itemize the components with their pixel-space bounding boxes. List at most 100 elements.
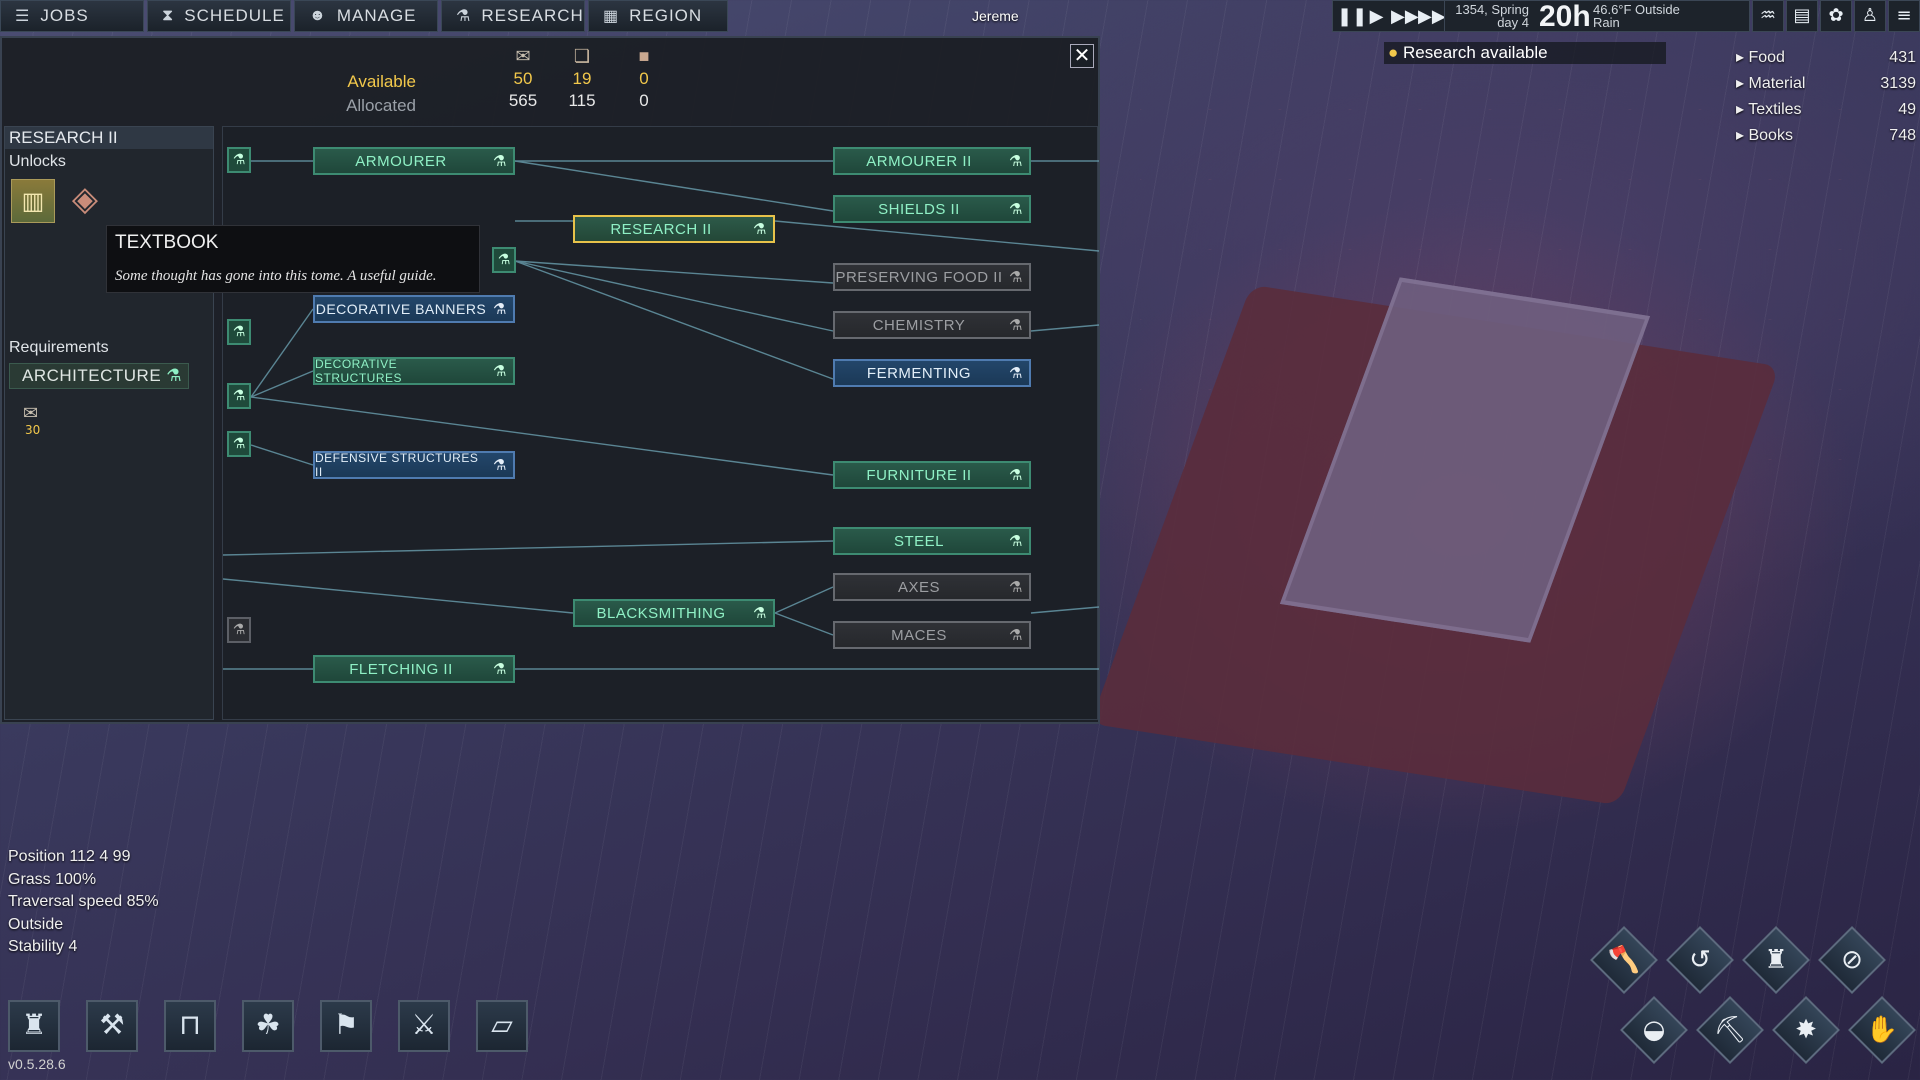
build-crafting-button[interactable]: ⚒ <box>86 1000 138 1052</box>
tree-stub[interactable]: ⚗ <box>492 247 516 273</box>
book-open-icon[interactable]: ▤ <box>1786 0 1818 32</box>
scroll-icon: ✉ <box>23 403 39 424</box>
gather-order-button[interactable]: ◒ <box>1620 996 1688 1064</box>
flask-icon: ⚗ <box>1009 467 1023 484</box>
top-right-icons: ♒ ▤ ✿ ♙ ≡ <box>1752 0 1920 32</box>
hammer-icon: ✸ <box>1795 1015 1817 1045</box>
requirement-architecture[interactable]: ARCHITECTURE ⚗ <box>9 363 189 389</box>
tower-order-button[interactable]: ♜ <box>1742 926 1810 994</box>
chop-order-button[interactable]: 🪓 <box>1590 926 1658 994</box>
fastest-icon[interactable]: ▶▶▶ <box>1418 6 1460 27</box>
tab-research[interactable]: ⚗ RESEARCH <box>441 0 585 32</box>
selected-research-title: RESEARCH II <box>5 127 213 149</box>
allocated-value: 0 <box>639 91 649 110</box>
allocated-value: 115 <box>568 91 596 110</box>
cancel-order-button[interactable]: ⊘ <box>1818 926 1886 994</box>
node-steel[interactable]: STEEL ⚗ <box>833 527 1031 555</box>
flask-icon: ⚗ <box>753 221 767 238</box>
day-line: day 4 <box>1497 15 1529 30</box>
allocated-label: Allocated <box>346 96 416 115</box>
research-detail-sidebar: RESEARCH II Unlocks ▥ ◈ Requirements ARC… <box>4 126 214 720</box>
time-controls: ❚❚ ▶ ▶▶ ▶▶▶ <box>1332 0 1460 32</box>
banner-icon: ⚑ <box>333 1008 359 1041</box>
tab-jobs[interactable]: ☰ JOBS <box>0 0 144 32</box>
hand-icon: ✋ <box>1865 1015 1899 1045</box>
node-armourer-ii[interactable]: ARMOURER II ⚗ <box>833 147 1031 175</box>
build-decor-button[interactable]: ⚑ <box>320 1000 372 1052</box>
node-maces[interactable]: MACES ⚗ <box>833 621 1031 649</box>
build-defense-button[interactable]: ⚔ <box>398 1000 450 1052</box>
menu-icon[interactable]: ≡ <box>1888 0 1920 32</box>
textbook-icon[interactable]: ◈ <box>63 177 107 221</box>
flask-icon: ⚗ <box>1009 153 1023 170</box>
interact-order-button[interactable]: ✋ <box>1848 996 1916 1064</box>
stock-row[interactable]: ▸ Material 3139 <box>1736 71 1916 97</box>
stockpile-list: ▸ Food 431 ▸ Material 3139 ▸ Textiles 49 ▸ … <box>1736 45 1916 149</box>
tab-manage[interactable]: ☻ MANAGE <box>294 0 438 32</box>
flask-icon: ⚗ <box>753 605 767 622</box>
chair-icon: ⊓ <box>179 1008 201 1041</box>
hunt-order-button[interactable]: ↺ <box>1666 926 1734 994</box>
allocated-value: 565 <box>508 91 538 110</box>
node-chemistry[interactable]: CHEMISTRY ⚗ <box>833 311 1031 339</box>
build-farm-button[interactable]: ☘ <box>242 1000 294 1052</box>
bookshelf-icon[interactable]: ▥ <box>11 179 55 223</box>
resource-column: ■ 0 0 <box>629 46 659 111</box>
available-label: Available <box>347 72 416 91</box>
node-defensive-structures-ii[interactable]: DEFENSIVE STRUCTURES II ⚗ <box>313 451 515 479</box>
tooltip-description: Some thought has gone into this tome. A … <box>115 268 437 284</box>
worker-name-label[interactable]: Jereme <box>972 8 1019 24</box>
tab-schedule[interactable]: ⧗ SCHEDULE <box>147 0 291 32</box>
pause-icon[interactable]: ❚❚ <box>1337 6 1367 27</box>
build-zones-button[interactable]: ▱ <box>476 1000 528 1052</box>
resource-column: ✉ 50 565 <box>508 46 538 111</box>
node-blacksmithing[interactable]: BLACKSMITHING ⚗ <box>573 599 775 627</box>
node-decorative-banners[interactable]: DECORATIVE BANNERS ⚗ <box>313 295 515 323</box>
bell-icon[interactable]: ♙ <box>1854 0 1886 32</box>
tree-stub[interactable]: ⚗ <box>227 383 251 409</box>
stock-row[interactable]: ▸ Books 748 <box>1736 123 1916 149</box>
zone-icon: ▱ <box>491 1008 513 1041</box>
fast-forward-icon[interactable]: ▶▶ <box>1391 6 1419 27</box>
textbook-tooltip: TEXTBOOK Some thought has gone into this… <box>106 225 480 293</box>
flask-icon: ⚗ <box>493 363 507 380</box>
tree-stub[interactable]: ⚗ <box>227 319 251 345</box>
build-castle-button[interactable]: ♜ <box>8 1000 60 1052</box>
scroll-icon: ✉ <box>515 46 531 66</box>
book-icon: ■ <box>638 46 650 66</box>
flask-icon: ⚗ <box>1009 269 1023 286</box>
node-fletching-ii[interactable]: FLETCHING II ⚗ <box>313 655 515 683</box>
play-icon[interactable]: ▶ <box>1364 6 1389 27</box>
map-icon: ▦ <box>603 8 620 25</box>
mine-order-button[interactable]: ⛏ <box>1696 996 1764 1064</box>
node-decorative-structures[interactable]: DECORATIVE STRUCTURES ⚗ <box>313 357 515 385</box>
requirement-cost: 30 <box>25 423 41 437</box>
node-furniture-ii[interactable]: FURNITURE II ⚗ <box>833 461 1031 489</box>
anvil-icon: ⚒ <box>99 1008 125 1041</box>
node-research-ii[interactable]: RESEARCH II ⚗ <box>573 215 775 243</box>
position-readout: Position 112 4 99 <box>8 848 131 865</box>
flask-icon: ⚗ <box>1009 201 1023 218</box>
tile-info: Position 112 4 99 Grass 100% Traversal s… <box>8 846 159 959</box>
traversal-readout: Traversal speed 85% <box>8 893 159 910</box>
node-axes[interactable]: AXES ⚗ <box>833 573 1031 601</box>
tab-region[interactable]: ▦ REGION <box>588 0 728 32</box>
leaf-icon[interactable]: ♒ <box>1752 0 1784 32</box>
tree-stub[interactable]: ⚗ <box>227 147 251 173</box>
gear-icon[interactable]: ✿ <box>1820 0 1852 32</box>
stock-row[interactable]: ▸ Food 431 <box>1736 45 1916 71</box>
tree-stub[interactable]: ⚗ <box>227 617 251 643</box>
list-icon: ☰ <box>15 8 31 25</box>
research-available-notice[interactable]: ● Research available <box>1384 42 1666 64</box>
stock-row[interactable]: ▸ Textiles 49 <box>1736 97 1916 123</box>
build-furniture-button[interactable]: ⊓ <box>164 1000 216 1052</box>
tree-stub[interactable]: ⚗ <box>227 431 251 457</box>
unlocks-label: Unlocks <box>9 153 66 170</box>
flask-icon: ⚗ <box>493 153 507 170</box>
close-button[interactable]: ✕ <box>1070 44 1094 68</box>
demolish-order-button[interactable]: ✸ <box>1772 996 1840 1064</box>
node-fermenting[interactable]: FERMENTING ⚗ <box>833 359 1031 387</box>
node-armourer[interactable]: ARMOURER ⚗ <box>313 147 515 175</box>
node-shields-ii[interactable]: SHIELDS II ⚗ <box>833 195 1031 223</box>
node-preserving-food-ii[interactable]: PRESERVING FOOD II ⚗ <box>833 263 1031 291</box>
